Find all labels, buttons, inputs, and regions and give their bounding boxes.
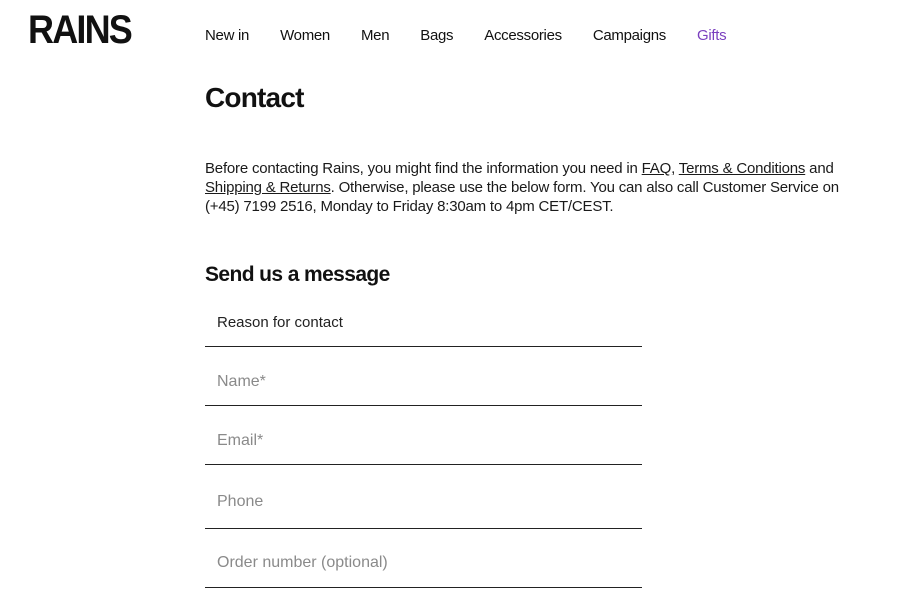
intro-text-1: Before contacting Rains, you might find … — [205, 160, 642, 177]
page-title: Contact — [205, 82, 304, 113]
main-nav: New in Women Men Bags Accessories Campai… — [205, 26, 727, 46]
nav-item-women[interactable]: Women — [280, 26, 330, 46]
phone-input[interactable] — [205, 476, 642, 528]
faq-link[interactable]: FAQ — [642, 160, 672, 177]
phone-field[interactable] — [205, 476, 642, 529]
nav-item-new-in[interactable]: New in — [205, 26, 249, 46]
intro-separator-2: and — [805, 160, 834, 177]
rains-logo[interactable]: RAINS — [28, 8, 133, 52]
nav-item-gifts[interactable]: Gifts — [697, 26, 727, 46]
shipping-returns-link[interactable]: Shipping & Returns — [205, 179, 331, 196]
email-input[interactable] — [205, 417, 642, 464]
nav-item-men[interactable]: Men — [361, 26, 390, 46]
name-input[interactable] — [205, 358, 642, 405]
reason-for-contact-label: Reason for contact — [217, 314, 343, 331]
terms-conditions-link[interactable]: Terms & Conditions — [679, 160, 806, 177]
contact-intro: Before contacting Rains, you might find … — [205, 159, 845, 216]
nav-item-bags[interactable]: Bags — [420, 26, 453, 46]
nav-item-campaigns[interactable]: Campaigns — [593, 26, 666, 46]
intro-separator-1: , — [671, 160, 679, 177]
page: RAINS New in Women Men Bags Accessories … — [0, 0, 903, 593]
form-heading: Send us a message — [205, 263, 390, 286]
reason-for-contact-select[interactable]: Reason for contact — [205, 306, 642, 347]
email-field[interactable] — [205, 417, 642, 465]
order-number-input[interactable] — [205, 539, 642, 587]
name-field[interactable] — [205, 358, 642, 406]
order-number-field[interactable] — [205, 539, 642, 588]
nav-item-accessories[interactable]: Accessories — [484, 26, 562, 46]
